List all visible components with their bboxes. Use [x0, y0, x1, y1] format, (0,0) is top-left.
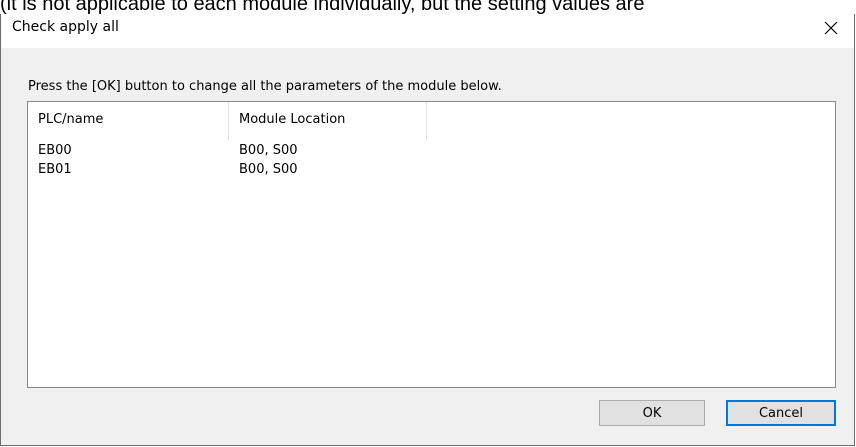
close-button[interactable]: [808, 14, 854, 44]
column-header-module-location[interactable]: Module Location: [229, 102, 427, 140]
row-module-location: B00, S00: [239, 143, 298, 158]
row-module-location: B00, S00: [239, 162, 298, 177]
module-list[interactable]: PLC/name Module Location EB00 B00, S00 E…: [27, 101, 836, 388]
instruction-text: Press the [OK] button to change all the …: [28, 79, 502, 94]
dialog-title: Check apply all: [12, 19, 119, 35]
ok-button[interactable]: OK: [599, 400, 705, 426]
row-plc-name: EB01: [38, 162, 72, 177]
row-plc-name: EB00: [38, 143, 72, 158]
list-row[interactable]: EB01 B00, S00: [28, 160, 835, 179]
background-document-text: (it is not applicable to each module ind…: [0, 0, 645, 14]
cancel-button[interactable]: Cancel: [726, 400, 836, 426]
list-header: PLC/name Module Location: [28, 102, 835, 140]
column-header-plc-name[interactable]: PLC/name: [28, 102, 229, 140]
list-row[interactable]: EB00 B00, S00: [28, 141, 835, 160]
title-bar: Check apply all: [1, 14, 854, 48]
close-icon: [824, 20, 838, 39]
check-apply-all-dialog: Check apply all Press the [OK] button to…: [0, 14, 855, 446]
